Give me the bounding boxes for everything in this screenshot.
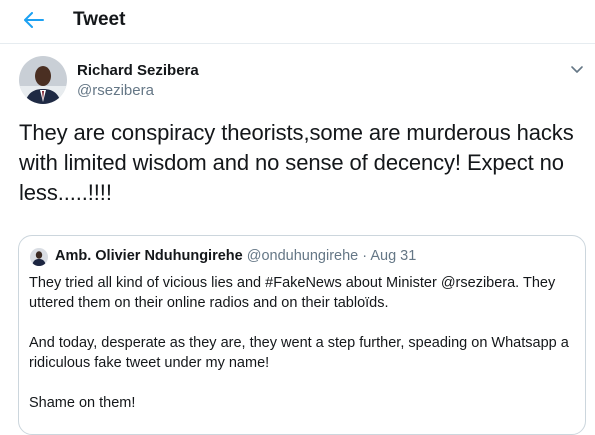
quoted-avatar: [30, 248, 48, 266]
page-title: Tweet: [73, 9, 126, 30]
more-options-button[interactable]: [568, 60, 586, 78]
quoted-author-handle: @onduhungirehe: [246, 248, 359, 264]
quoted-author-name: Amb. Olivier Nduhungirehe: [55, 248, 243, 264]
quoted-date: Aug 31: [370, 248, 417, 264]
quoted-paragraph: Shame on them!: [29, 395, 136, 411]
avatar[interactable]: [19, 56, 67, 104]
chevron-down-icon: [571, 66, 583, 73]
top-bar: Tweet: [0, 0, 595, 44]
quoted-tweet[interactable]: Amb. Olivier Nduhungirehe @onduhungirehe…: [18, 235, 586, 435]
separator-dot: ·: [362, 248, 368, 264]
tweet-text: They are conspiracy theorists,some are m…: [19, 120, 574, 205]
author-name[interactable]: Richard Sezibera: [77, 62, 199, 79]
quoted-body: They tried all kind of vicious lies and …: [29, 273, 575, 433]
arrow-left-icon: [24, 12, 44, 28]
back-button[interactable]: [18, 6, 50, 34]
quoted-paragraph: They tried all kind of vicious lies and …: [29, 275, 556, 311]
author-handle[interactable]: @rsezibera: [77, 82, 154, 99]
quoted-paragraph: And today, desperate as they are, they w…: [29, 335, 569, 371]
quoted-header: Amb. Olivier Nduhungirehe @onduhungirehe…: [55, 248, 416, 264]
